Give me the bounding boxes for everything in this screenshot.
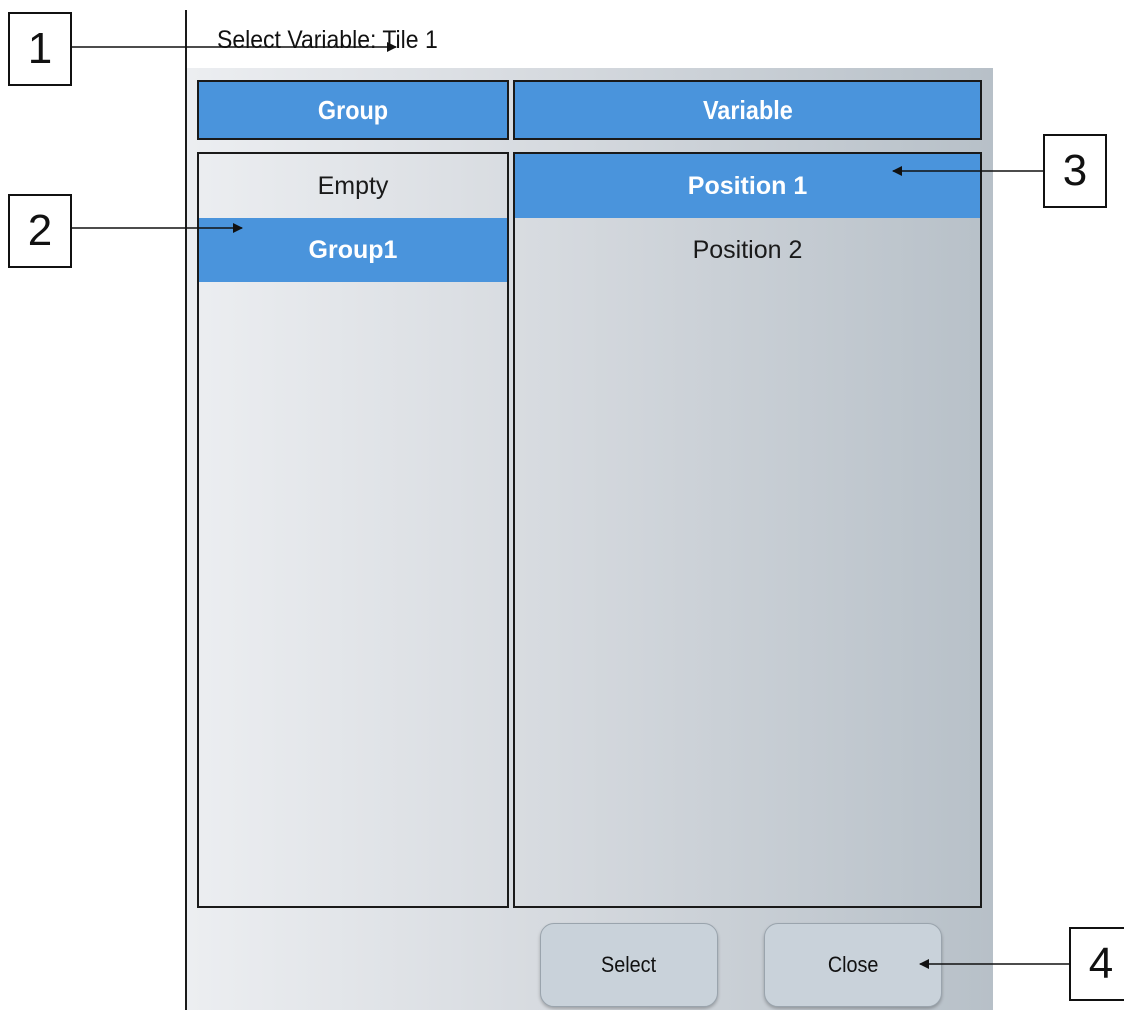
variable-list-item-position-2[interactable]: Position 2 (515, 218, 980, 282)
callout-1: 1 (8, 12, 72, 86)
close-button[interactable]: Close (764, 923, 942, 1007)
list-item-label: Position 2 (692, 235, 803, 264)
dialog-titlebar: Select Variable: Tile 1 (187, 10, 993, 68)
variable-header-label: Variable (702, 94, 793, 125)
variable-column-header: Variable (513, 80, 982, 140)
select-variable-dialog: Select Variable: Tile 1 Group Variable E… (185, 10, 993, 1010)
group-column-header: Group (197, 80, 509, 140)
callout-3: 3 (1043, 134, 1107, 208)
list-item-label: Empty (317, 171, 389, 200)
group-list[interactable]: Empty Group1 (197, 152, 509, 908)
list-item-label: Position 1 (687, 171, 808, 200)
variable-list-item-position-1[interactable]: Position 1 (515, 154, 980, 218)
dialog-title: Select Variable: Tile 1 (217, 26, 438, 54)
group-header-label: Group (317, 94, 389, 125)
variable-list[interactable]: Position 1 Position 2 (513, 152, 982, 908)
close-button-label: Close (827, 952, 879, 977)
group-list-item-group1[interactable]: Group1 (199, 218, 507, 282)
group-list-item-empty[interactable]: Empty (199, 154, 507, 218)
list-item-label: Group1 (308, 235, 398, 264)
callout-2: 2 (8, 194, 72, 268)
select-button-label: Select (601, 952, 657, 977)
select-button[interactable]: Select (540, 923, 718, 1007)
callout-4: 4 (1069, 927, 1124, 1001)
